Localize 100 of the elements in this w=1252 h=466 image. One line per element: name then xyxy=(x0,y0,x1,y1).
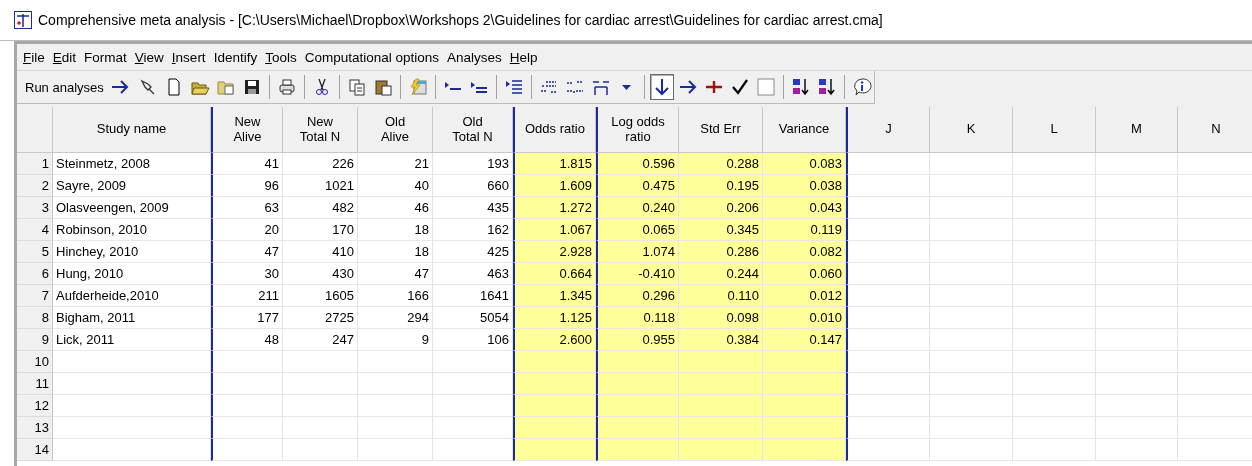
table-cell: 0.083 xyxy=(763,153,846,175)
table-cell: 0.098 xyxy=(679,307,763,329)
sort-icon xyxy=(816,77,837,97)
column-header[interactable]: Study name xyxy=(53,107,211,153)
table-cell: 20 xyxy=(211,219,283,241)
table-cell: 0.384 xyxy=(679,329,763,351)
table-cell: 0.147 xyxy=(763,329,846,351)
table-cell: 1641 xyxy=(433,285,513,307)
column-header[interactable]: Old Total N xyxy=(433,107,513,153)
row-number[interactable]: 1 xyxy=(17,153,53,175)
table-cell xyxy=(211,417,283,439)
menu-item[interactable]: Help xyxy=(505,49,542,65)
table-cell xyxy=(211,439,283,461)
printer-icon xyxy=(276,77,297,97)
table-cell: 41 xyxy=(211,153,283,175)
table-cell: 0.195 xyxy=(679,175,763,197)
column-header[interactable]: Odds ratio xyxy=(513,107,596,153)
table-cell: 0.664 xyxy=(513,263,596,285)
column-header[interactable]: M xyxy=(1096,107,1178,153)
table-cell: 0.240 xyxy=(596,197,679,219)
table-cell: 660 xyxy=(433,175,513,197)
table-cell: 166 xyxy=(358,285,433,307)
menu-item[interactable]: Format xyxy=(80,49,131,65)
info-icon xyxy=(851,77,872,97)
table-cell: 21 xyxy=(358,153,433,175)
menu-item[interactable]: Edit xyxy=(48,49,81,65)
toolbar-button[interactable] xyxy=(649,74,674,100)
column-header[interactable]: K xyxy=(930,107,1013,153)
table-cell: 1021 xyxy=(283,175,358,197)
row-number[interactable]: 12 xyxy=(17,395,53,417)
table-cell: 18 xyxy=(358,219,433,241)
row-number[interactable]: 2 xyxy=(17,175,53,197)
table-cell: Lick, 2011 xyxy=(53,329,211,351)
column-header[interactable]: L xyxy=(1013,107,1096,153)
table-cell: 9 xyxy=(358,329,433,351)
column-header[interactable]: New Total N xyxy=(283,107,358,153)
menu-item[interactable]: Computational options xyxy=(300,49,443,65)
row-number[interactable]: 6 xyxy=(17,263,53,285)
table-cell: 0.043 xyxy=(763,197,846,219)
table-cell xyxy=(211,351,283,373)
column-header[interactable]: Log odds ratio xyxy=(596,107,679,153)
row-number[interactable]: 8 xyxy=(17,307,53,329)
table-cell: Bigham, 2011 xyxy=(53,307,211,329)
table-cell: 2.928 xyxy=(513,241,596,263)
table-cell: 0.118 xyxy=(596,307,679,329)
table-cell: 47 xyxy=(358,263,433,285)
header-corner xyxy=(17,107,53,153)
table-cell: 40 xyxy=(358,175,433,197)
table-cell: 170 xyxy=(283,219,358,241)
list-icon xyxy=(503,77,524,97)
table-cell: 193 xyxy=(433,153,513,175)
check-icon xyxy=(729,77,750,97)
row-number[interactable]: 14 xyxy=(17,439,53,461)
row-number[interactable]: 3 xyxy=(17,197,53,219)
table-cell: -0.410 xyxy=(596,263,679,285)
app-logo-icon xyxy=(14,11,32,29)
table-cell: 1.125 xyxy=(513,307,596,329)
table-cell: 0.082 xyxy=(763,241,846,263)
menu-item[interactable]: Analyses xyxy=(443,49,506,65)
table-cell: 0.065 xyxy=(596,219,679,241)
table-cell xyxy=(211,395,283,417)
table-cell: 435 xyxy=(433,197,513,219)
row-number[interactable]: 10 xyxy=(17,351,53,373)
menu-item[interactable]: File xyxy=(19,49,49,65)
table-cell: 5054 xyxy=(433,307,513,329)
table-cell: 0.010 xyxy=(763,307,846,329)
table-cell: 425 xyxy=(433,241,513,263)
row-number[interactable]: 7 xyxy=(17,285,53,307)
row-number[interactable]: 11 xyxy=(17,373,53,395)
run-analyses-button[interactable]: Run analyses xyxy=(21,75,134,99)
table-cell: 162 xyxy=(433,219,513,241)
table-cell: 0.012 xyxy=(763,285,846,307)
table-cell: Aufderheide,2010 xyxy=(53,285,211,307)
column-header[interactable]: Old Alive xyxy=(358,107,433,153)
row-number[interactable]: 13 xyxy=(17,417,53,439)
menu-item[interactable]: Insert xyxy=(167,49,210,65)
table-cell: Olasveengen, 2009 xyxy=(53,197,211,219)
row-number[interactable]: 4 xyxy=(17,219,53,241)
table-cell: 0.038 xyxy=(763,175,846,197)
table-cell: 0.206 xyxy=(679,197,763,219)
menu-item[interactable]: Tools xyxy=(261,49,301,65)
menu-item[interactable]: Identify xyxy=(209,49,262,65)
row-number[interactable]: 5 xyxy=(17,241,53,263)
column-header[interactable]: Variance xyxy=(763,107,846,153)
table-cell: 0.345 xyxy=(679,219,763,241)
table-cell: 63 xyxy=(211,197,283,219)
column-header[interactable]: Std Err xyxy=(679,107,763,153)
blank-square-icon xyxy=(755,77,776,97)
column-header[interactable]: J xyxy=(846,107,930,153)
table-cell: 48 xyxy=(211,329,283,351)
table-cell: 1605 xyxy=(283,285,358,307)
column-header[interactable]: New Alive xyxy=(211,107,283,153)
table-cell: 96 xyxy=(211,175,283,197)
menu-item[interactable]: View xyxy=(130,49,168,65)
table-cell: 1.609 xyxy=(513,175,596,197)
column-header[interactable]: N xyxy=(1178,107,1252,153)
window-title: Comprehensive meta analysis - [C:\Users\Michael\Dropbox\Workshops 2\Guidelines for cardiac arrest\Guidelines for cardiac arrest.cma] xyxy=(38,12,883,28)
row-number[interactable]: 9 xyxy=(17,329,53,351)
copy-icon xyxy=(346,77,367,97)
table-cell: 294 xyxy=(358,307,433,329)
